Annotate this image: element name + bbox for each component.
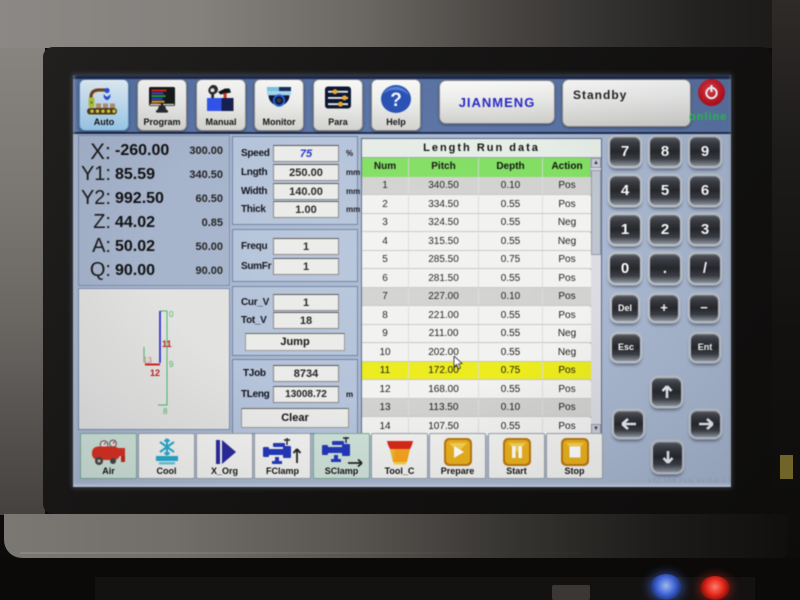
svg-text:0: 0 bbox=[169, 310, 174, 319]
svg-text:13: 13 bbox=[143, 356, 152, 365]
svg-text:?: ? bbox=[390, 90, 402, 111]
svg-text:9: 9 bbox=[169, 360, 174, 369]
svg-text:12: 12 bbox=[150, 368, 160, 378]
svg-text:8: 8 bbox=[163, 407, 168, 416]
svg-text:11: 11 bbox=[162, 339, 172, 349]
